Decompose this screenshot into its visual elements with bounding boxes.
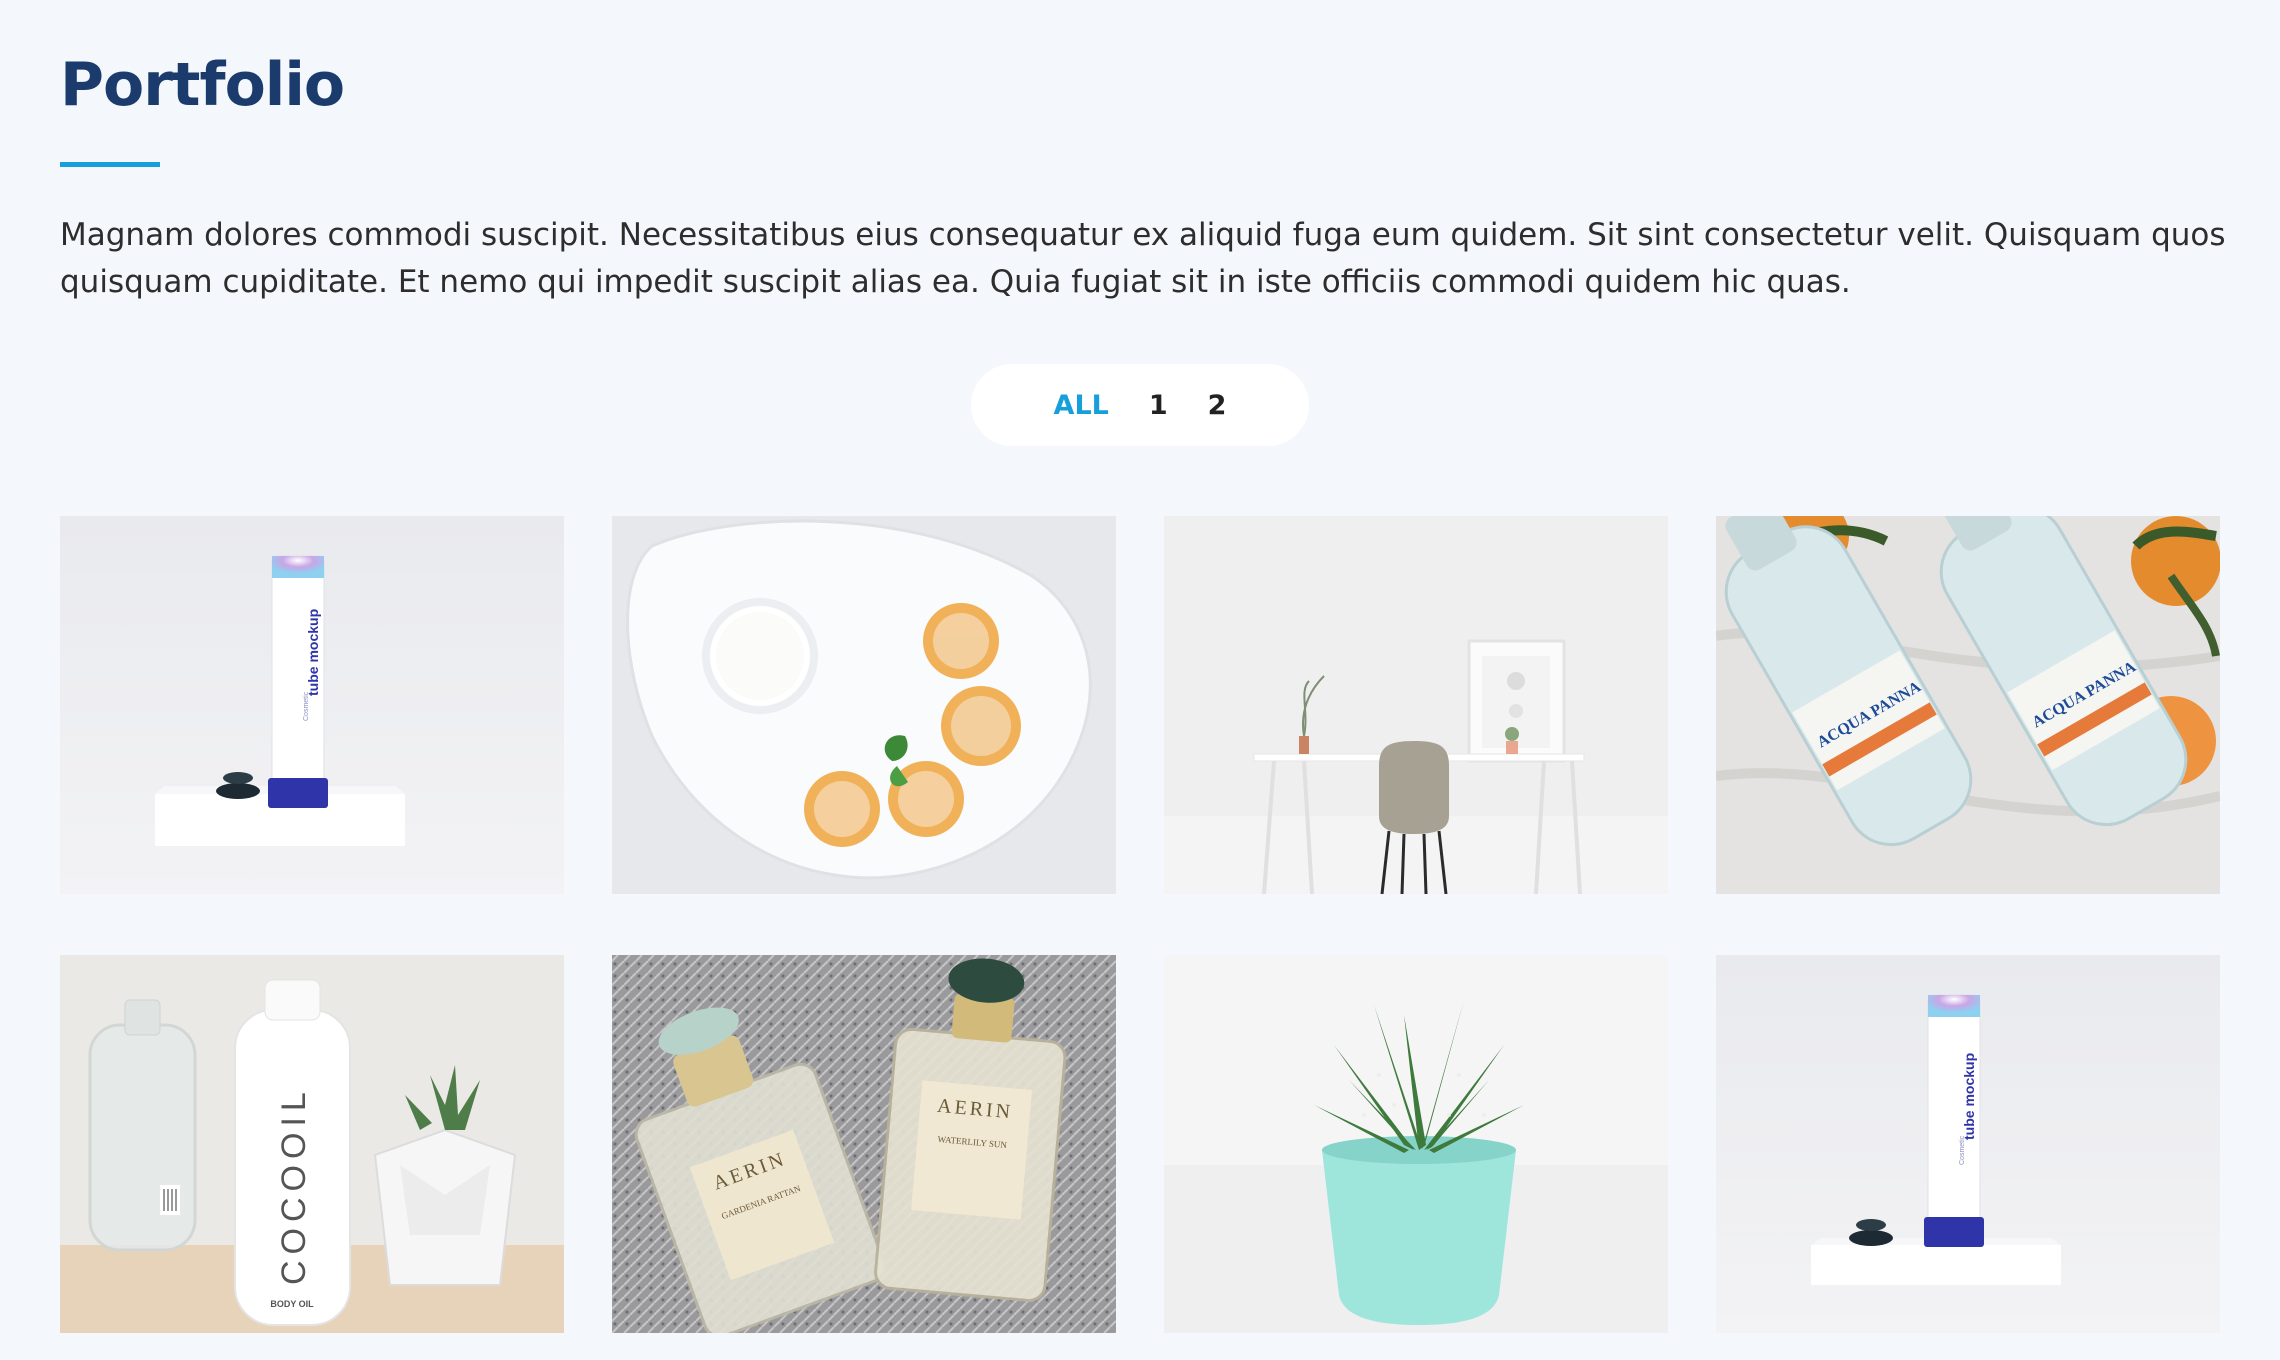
tube-sublabel: Cosmetic [303,691,310,721]
portfolio-item-desk-chair[interactable] [1164,516,1668,894]
desk-chair-image [1164,516,1668,894]
tube-label: tube mockup [305,609,321,696]
cocooil-body-oil: BODY OIL [270,1299,314,1309]
portfolio-item-plate-cookies[interactable] [612,516,1116,894]
tube-mockup-image: tube mockup Cosmetic [60,516,564,894]
portfolio-item-tube-mockup[interactable]: tube mockup Cosmetic [60,516,564,894]
portfolio-item-succulent[interactable] [1164,955,1668,1333]
filter-all[interactable]: ALL [1054,390,1109,421]
water-bottles-image: ACQUA PANNA ACQUA PANNA [1716,516,2220,894]
tube-sublabel-2: Cosmetic [1959,1135,1966,1165]
perfume-image: AERIN GARDENIA RATTAN AERIN WATERLILY SU… [612,955,1116,1333]
page-title: Portfolio [60,50,345,120]
portfolio-item-cocooil[interactable]: COCOOIL BODY OIL [60,955,564,1333]
plate-cookies-image [612,516,1116,894]
portfolio-item-perfume[interactable]: AERIN GARDENIA RATTAN AERIN WATERLILY SU… [612,955,1116,1333]
title-underline [60,162,160,167]
portfolio-filters: ALL 1 2 [971,364,1309,446]
section-description: Magnam dolores commodi suscipit. Necessi… [60,217,2226,300]
tube-label-2: tube mockup [1961,1053,1977,1140]
filter-2[interactable]: 2 [1208,390,1227,421]
portfolio-item-water-bottles[interactable]: ACQUA PANNA ACQUA PANNA [1716,516,2220,894]
succulent-image [1164,955,1668,1333]
cocooil-image: COCOOIL BODY OIL [60,955,564,1333]
portfolio-item-tube-mockup-2[interactable]: tube mockup Cosmetic [1716,955,2220,1333]
cocooil-brand: COCOOIL [275,1086,313,1285]
filter-1[interactable]: 1 [1149,390,1168,421]
tube-mockup-image-2: tube mockup Cosmetic [1716,955,2220,1333]
